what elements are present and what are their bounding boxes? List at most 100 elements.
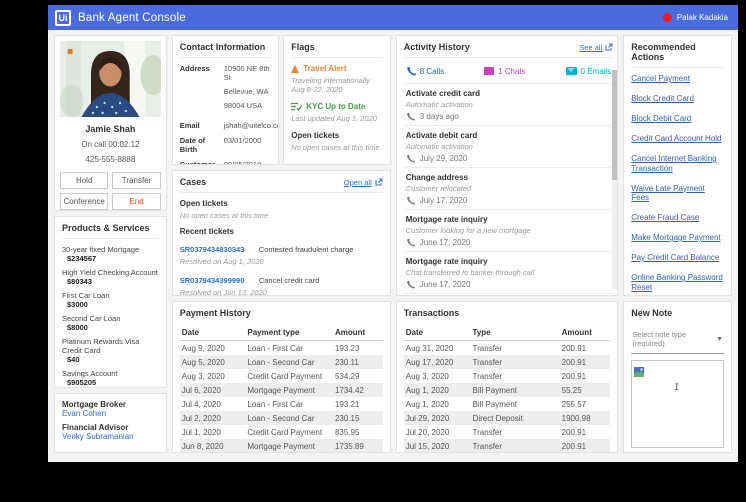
transfer-button[interactable]: Transfer [112,172,161,189]
kyc-note: Last updated Aug 1, 2020 [291,114,377,123]
product-balance: $8000 [67,323,88,332]
recommended-action-link[interactable]: Block Debit Card [631,114,724,124]
transaction-type: Bill Payment [472,399,518,409]
activity-item-title: Activate debit card [405,131,478,140]
payment-type: Credit Card Payment [247,371,323,381]
product-balance: $234567 [67,254,97,263]
payment-amount: 193.21 [334,399,360,409]
payment-amount: 230.11 [334,357,359,367]
recommended-action-link[interactable]: Online Banking Password Reset [631,273,724,292]
travel-alert-warning-icon [291,64,300,73]
products-services-card: Products & Services 30-year fixed Mortga… [54,216,167,388]
customer-card: Jamie Shah On call 00:02:12 425-555-8888… [54,35,167,211]
address-line: 98004 USA [223,101,263,110]
payment-type: Loan - Second Car [247,357,315,367]
ticket-item: SR0379434399990 Cancel credit card Resol… [179,270,383,296]
transaction-type: Transfer [472,343,503,353]
scrollbar-thumb[interactable] [612,70,618,180]
product-name: Second Car Loan [62,314,121,323]
broken-image-icon [634,366,645,377]
phone-icon [406,154,415,163]
transaction-amount: 200.91 [561,371,587,381]
product-item: Platinum Rewards Visa Credit Card $40 [62,337,159,364]
phone-icon [406,112,415,121]
phone-icon [406,280,415,289]
note-type-dropdown[interactable]: Select note type (required) ▼ [631,327,725,354]
payment-amount: 835.95 [334,427,360,437]
ticket-description: Contested fraudulent charge [258,245,354,254]
chevron-down-icon: ▼ [716,335,724,343]
activity-item-date: 3 days ago [419,112,459,121]
open-all-link[interactable]: Open all [344,178,383,187]
calls-stat: 8 Calls [406,66,444,76]
note-textarea[interactable]: I [631,360,725,448]
payment-date: Jul 6, 2020 [181,385,221,395]
transaction-date: Aug 31, 2020 [405,343,454,353]
activity-item-note: Automatic activation [405,100,473,109]
activity-item: Mortgage rate inquiry Customer looking f… [403,210,614,252]
recommended-actions-title: Recommended Actions [631,42,725,68]
conference-button[interactable]: Conference [60,193,109,210]
recommended-action-link[interactable]: Cancel Payment [631,74,724,84]
financial-advisor-link[interactable]: Venky Subramanian [62,432,134,441]
product-balance: $905205 [67,378,97,387]
recommended-action-link[interactable]: Credit Card Account Hold [631,134,724,144]
flags-card: Flags Travel Alert Traveling internation… [283,35,391,165]
transaction-amount: 200.91 [561,441,587,451]
transaction-type: Direct Deposit [472,413,523,423]
product-balance: $80343 [67,277,93,286]
hold-button[interactable]: Hold [60,172,109,189]
table-row: Aug 31, 2020 Transfer 200.91 [404,341,611,355]
recommended-action-link[interactable]: Waive Late Payment Fees [631,184,724,203]
table-row: Jul 2, 2020 Loan - Second Car 230.15 [179,411,383,425]
recommended-action-link[interactable]: Create Fraud Case [631,213,724,223]
tx-col-type: Type [472,328,491,337]
activity-item-date: June 17, 2020 [419,238,471,247]
activity-list[interactable]: Activate credit card Automatic activatio… [403,84,614,295]
activity-item-note: Customer looking for a new mortgage [405,226,531,235]
kyc-label: KYC Up to Date [306,102,366,111]
activity-scrollbar[interactable] [612,70,618,289]
cases-open-tickets-label: Open tickets [179,199,228,208]
call-status: On call 00:02:12 [81,140,140,149]
product-name: 30-year fixed Mortgage [62,245,140,254]
phone-icon [407,66,416,76]
cases-card: Cases Open all Open tickets No open case… [171,170,391,296]
external-link-icon [375,178,383,186]
note-type-placeholder: Select note type (required) [632,330,687,348]
transaction-date: Jul 29, 2020 [405,413,450,423]
transaction-amount: 255.57 [561,399,587,409]
activity-item: Activate credit card Automatic activatio… [403,84,614,126]
products-title: Products & Services [62,223,159,239]
activity-item-title: Activate credit card [405,89,480,98]
cases-open-tickets-note: No open cases at this time [179,211,269,220]
ticket-item: SR0379434830343 Contested fraudulent cha… [180,239,383,266]
end-call-button[interactable]: End [112,193,161,210]
recommended-action-link[interactable]: Block Credit Card [631,94,724,104]
recommended-action-link[interactable]: Pay Credit Card Balance [631,253,724,263]
payment-date: Aug 9, 2020 [181,343,225,353]
mortgage-broker-link[interactable]: Evan Cohen [62,409,106,418]
email-label: Email [179,121,200,130]
payment-history-card: Payment History Date Payment type Amount… [171,301,391,453]
product-name: High Yield Checking Account [62,268,158,277]
table-row: Aug 3, 2020 Credit Card Payment 534.29 [180,369,383,383]
activity-item: Mortgage rate inquiry Chat transferred t… [403,252,614,294]
products-list: 30-year fixed Mortgage $234567 High Yiel… [62,245,159,387]
recommended-actions-list: Cancel Payment Block Credit Card Block Deb… [631,74,724,295]
see-all-link[interactable]: See all [579,43,613,52]
transaction-type: Bill Payment [472,385,518,395]
ticket-id-link[interactable]: SR0379434830343 [180,245,245,254]
kyc-checklist-icon [291,102,303,111]
activity-item-title: Mortgage rate inquiry [405,215,488,224]
table-row: Jul 29, 2020 Direct Deposit 1900.98 [403,411,611,425]
ticket-id-link[interactable]: SR0379434399990 [180,276,245,285]
mortgage-broker-label: Mortgage Broker [62,400,127,409]
dob-value: 03/01/2000 [223,136,262,145]
ticket-resolved-date: Resolved on Jun 13, 2020 [179,288,267,296]
email-value: jshah@uitelco.com [223,121,279,130]
phone-icon [406,196,415,205]
recommended-action-link[interactable]: Make Mortgage Payment [631,233,724,243]
emails-stat: 0 Emails [565,66,611,76]
recommended-action-link[interactable]: Cancel Internet Banking Transaction [631,154,724,173]
